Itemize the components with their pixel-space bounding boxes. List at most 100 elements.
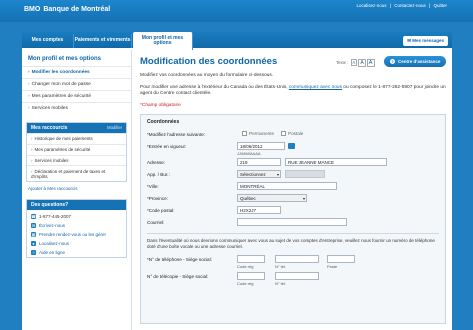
- postal-checkbox[interactable]: Postale: [281, 131, 303, 136]
- street-number-input[interactable]: 219: [237, 158, 281, 166]
- assistance-center-label: Centre d'assistance: [398, 59, 441, 64]
- phone-icon: ☎: [31, 214, 36, 220]
- help-online-help[interactable]: ? Aide en ligne: [27, 248, 126, 257]
- favorite-tax-payment[interactable]: Déclaration et paiement de taxes et d'im…: [27, 165, 126, 181]
- address-type-label: *Modifiez l'adresse suivante:: [147, 132, 206, 137]
- intro-text: Modifiez vos coordonnées au moyen du for…: [140, 73, 274, 78]
- effective-date-label: *Entrée en vigueur:: [147, 144, 187, 149]
- assistance-center-button[interactable]: ? Centre d'assistance: [384, 56, 447, 67]
- text-size-large[interactable]: A: [366, 59, 375, 67]
- contact-us-link[interactable]: communiquez avec nous: [289, 85, 342, 90]
- permanent-label: Permanente: [249, 131, 275, 136]
- messages-button-label: Mes messages: [412, 38, 444, 43]
- favorites-modify-link[interactable]: Modifier: [107, 125, 122, 131]
- sidebar-heading: Mon profil et mes options: [28, 56, 101, 62]
- fax-number-hint: N° tél.: [275, 281, 286, 286]
- tab-my-accounts[interactable]: Mes comptes: [22, 34, 74, 48]
- tab-payments-transfers[interactable]: Paiements et virements: [74, 34, 132, 48]
- city-row: *Ville: MONTRÉAL: [147, 181, 439, 193]
- calendar-icon[interactable]: [288, 143, 295, 149]
- favorites-header: Mes raccourcis Modifier: [27, 123, 126, 133]
- help-appointment-label: Prendre rendez-vous ou les gérer: [39, 232, 107, 238]
- postal-code-row: *Code postal: H2X2J7: [147, 205, 439, 217]
- sidebar-item-change-password[interactable]: Changer mon mot de passe: [22, 78, 131, 90]
- contact-us-link[interactable]: Contactez-nous: [394, 3, 426, 8]
- favorite-security-settings[interactable]: Mes paramètres de sécurité: [27, 143, 126, 155]
- page-content: Mon profil et mes options Modifier les c…: [22, 50, 452, 330]
- top-link-separator: |: [429, 3, 431, 8]
- add-favorite-link[interactable]: Ajouter à Mes raccourcis: [22, 182, 131, 195]
- help-locate-us-label: Localisez-nous: [39, 241, 70, 247]
- main-content: Modification des coordonnées Texte : AAA…: [138, 50, 452, 330]
- foreign-address-text: Pour modifier une adresse à l'extérieur …: [140, 85, 289, 90]
- text-size-control: Texte : AAA: [336, 59, 375, 67]
- effective-date-input[interactable]: 18/06/2012: [237, 142, 285, 150]
- foreign-address-note: Pour modifier une adresse à l'extérieur …: [140, 85, 446, 97]
- street-name-input[interactable]: RUE JEANNE MANCE: [285, 158, 387, 166]
- email-input[interactable]: [237, 218, 347, 226]
- apartment-type-select[interactable]: Sélectionnez: [237, 170, 281, 178]
- date-format-hint: JJ/MM/AAAA: [237, 151, 261, 156]
- fax-label: N° de télécopie - Siège social:: [147, 274, 209, 279]
- checkbox-box: [281, 131, 286, 136]
- text-size-small[interactable]: A: [350, 59, 358, 66]
- phone-extension-input[interactable]: [327, 255, 355, 263]
- phone-area-code-input[interactable]: [237, 255, 265, 263]
- city-input[interactable]: MONTRÉAL: [237, 182, 337, 190]
- top-links: Localisez-nous | Contactez-nous | Quitte…: [355, 3, 447, 8]
- envelope-icon: ✉: [31, 223, 36, 229]
- quit-link[interactable]: Quitter: [433, 3, 447, 8]
- messages-button[interactable]: ✉ Mes messages: [403, 36, 448, 46]
- province-select[interactable]: Québec: [237, 194, 307, 202]
- text-size-medium[interactable]: A: [358, 59, 366, 67]
- help-phone: ☎ 1-877-445-2007: [27, 212, 126, 221]
- favorites-list: Historique de mes paiements Mes paramètr…: [27, 133, 126, 181]
- help-online-help-label: Aide en ligne: [39, 250, 66, 256]
- phone-number-input[interactable]: [275, 255, 319, 263]
- bank-logo[interactable]: BMO Banque de Montréal: [24, 6, 110, 13]
- fax-area-code-input[interactable]: [237, 272, 265, 280]
- city-label: *Ville:: [147, 184, 159, 189]
- sidebar-item-modify-contact[interactable]: Modifier les coordonnées: [22, 66, 131, 78]
- postal-code-label: *Code postal:: [147, 208, 175, 213]
- checkbox-box: [242, 131, 247, 136]
- fax-number-input[interactable]: [275, 272, 319, 280]
- sidebar-item-security-settings[interactable]: Mes paramètres de sécurité: [22, 90, 131, 102]
- text-size-label: Texte :: [336, 60, 349, 65]
- location-pin-icon: ●: [31, 241, 36, 247]
- bank-logo-mark: BMO: [24, 6, 41, 13]
- apartment-number-input[interactable]: [285, 170, 325, 178]
- email-row: Courriel:: [147, 217, 439, 229]
- email-label: Courriel:: [147, 220, 165, 225]
- help-icon: ?: [31, 250, 36, 256]
- help-write-us[interactable]: ✉ Écrivez-nous: [27, 221, 126, 230]
- help-write-us-label: Écrivez-nous: [39, 223, 66, 229]
- favorites-box: Mes raccourcis Modifier Historique de me…: [26, 122, 127, 183]
- fax-row: N° de télécopie - Siège social: Code rég…: [147, 271, 439, 288]
- form-heading: Coordonnées: [147, 119, 180, 125]
- address-label: Adresse:: [147, 160, 166, 165]
- help-appointment[interactable]: ▦ Prendre rendez-vous ou les gérer: [27, 230, 126, 239]
- effective-date-row: *Entrée en vigueur: 18/06/2012 JJ/MM/AAA…: [147, 141, 439, 157]
- province-row: *Province: Québec: [147, 193, 439, 205]
- divider: [147, 233, 439, 234]
- calendar-icon: ▦: [31, 232, 36, 238]
- favorite-payment-history[interactable]: Historique de mes paiements: [27, 133, 126, 144]
- phone-row: *N° de téléphone - Siège social: Code ré…: [147, 254, 439, 271]
- permanent-checkbox[interactable]: Permanente: [242, 131, 274, 136]
- help-phone-number: 1-877-445-2007: [39, 214, 72, 220]
- postal-code-input[interactable]: H2X2J7: [237, 206, 281, 214]
- help-locate-us[interactable]: ● Localisez-nous: [27, 239, 126, 248]
- postal-label: Postale: [288, 131, 304, 136]
- contact-form: Coordonnées *Modifiez l'adresse suivante…: [140, 114, 446, 324]
- favorite-mobile-services[interactable]: Services mobiles: [27, 154, 126, 166]
- fax-area-code-hint: Code rég: [237, 281, 254, 286]
- phone-label: *N° de téléphone - Siège social:: [147, 257, 212, 262]
- top-link-separator: |: [389, 3, 391, 8]
- sidebar-item-mobile-services[interactable]: Services mobiles: [22, 102, 131, 114]
- extension-hint: Poste: [327, 264, 338, 269]
- find-us-link[interactable]: Localisez-nous: [357, 3, 387, 8]
- address-row: Adresse: 219 RUE JEANNE MANCE: [147, 157, 439, 169]
- apartment-label: App. / Bur.:: [147, 172, 170, 177]
- tab-profile-options[interactable]: Mon profil et mes options: [133, 32, 193, 50]
